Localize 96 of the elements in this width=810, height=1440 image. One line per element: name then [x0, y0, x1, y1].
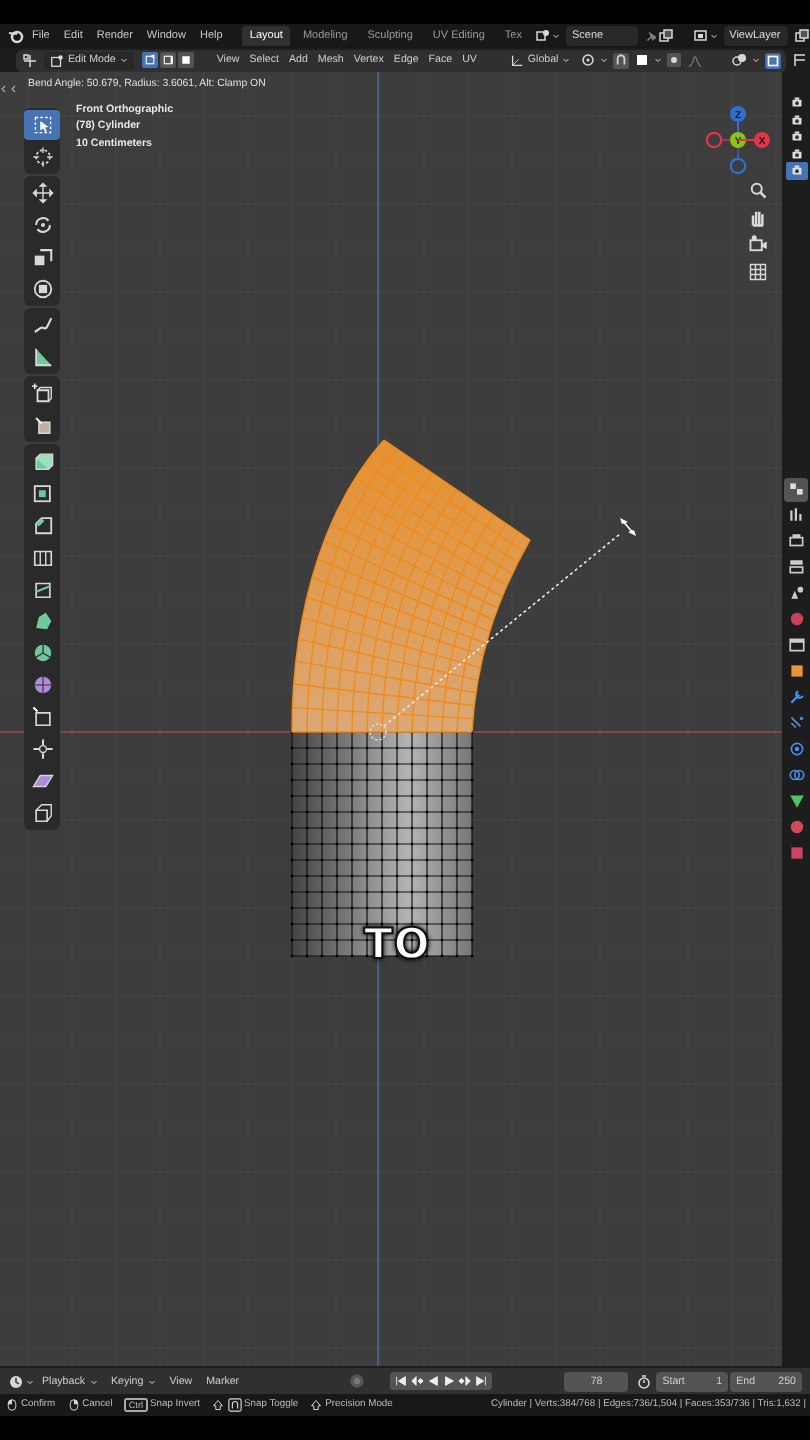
copy-icon[interactable] — [793, 28, 810, 44]
extrude-tool-icon — [31, 414, 53, 436]
select-mode-button[interactable] — [141, 52, 158, 68]
caret-icon — [26, 1377, 34, 1385]
physics-icon — [787, 740, 805, 758]
select-tool-icon — [31, 114, 53, 136]
world-icon — [787, 610, 805, 628]
face-select-icon — [179, 54, 192, 66]
snap-target-icon[interactable] — [634, 52, 651, 68]
edge-select-icon — [161, 54, 174, 66]
properties-tab[interactable] — [784, 477, 808, 501]
shrink-tool-icon — [31, 738, 53, 760]
camera-icon — [789, 96, 803, 109]
tool-button[interactable] — [24, 110, 60, 140]
smooth-tool-icon — [31, 674, 53, 696]
tool-icon — [787, 480, 805, 498]
cursor-arrows-icon — [620, 518, 636, 536]
object-icon — [787, 662, 805, 680]
add-cube-tool-icon — [31, 382, 53, 404]
constraints-icon — [787, 766, 805, 784]
annotate-tool-icon — [31, 314, 53, 336]
cursor-tool-icon — [31, 146, 53, 168]
rotate-tool-icon — [31, 214, 53, 236]
properties-tab[interactable] — [784, 633, 808, 657]
pivot-icon[interactable] — [580, 52, 597, 68]
snap-icon[interactable] — [612, 51, 631, 69]
scale-tool-icon — [31, 246, 53, 268]
rip-tool-icon — [31, 802, 53, 824]
snap-icon — [227, 1398, 242, 1412]
scene-icon[interactable] — [533, 28, 552, 44]
inset-tool-icon — [31, 482, 53, 504]
collection-icon — [787, 636, 805, 654]
mouse-right-icon — [67, 1398, 80, 1412]
stopwatch-icon[interactable] — [636, 1373, 653, 1389]
caret-icon — [709, 32, 718, 40]
caret-icon — [89, 1377, 97, 1385]
particles-icon — [787, 714, 805, 732]
properties-tab[interactable] — [784, 555, 808, 579]
poly-build-tool-icon — [31, 610, 53, 632]
spin-tool-icon — [31, 642, 53, 664]
camera-toggle[interactable] — [785, 162, 807, 179]
caret-icon — [551, 32, 560, 40]
modifier-icon — [787, 688, 805, 706]
proportional-edit-icon[interactable] — [666, 52, 683, 68]
caret-icon — [119, 56, 128, 64]
shift-icon — [310, 1398, 323, 1412]
editor-type-icon[interactable] — [20, 52, 40, 68]
zoom-icon[interactable] — [748, 180, 768, 200]
loop-cut-tool-icon — [31, 546, 53, 568]
shift-icon — [212, 1398, 225, 1412]
caret-icon — [562, 56, 571, 64]
mouse-left-icon — [6, 1398, 18, 1412]
extrude-region-tool-icon — [31, 450, 53, 472]
vertex-select-icon — [143, 54, 156, 66]
render-icon — [787, 506, 805, 524]
camera-icon[interactable] — [748, 234, 768, 254]
properties-tab[interactable] — [784, 503, 808, 527]
view-layer-icon[interactable] — [691, 28, 710, 44]
caret-icon — [654, 56, 663, 64]
slide-tool-icon — [31, 706, 53, 728]
copy-icon[interactable] — [657, 28, 674, 44]
collapse-arrows-icon[interactable] — [0, 84, 20, 94]
caret-icon — [147, 1377, 156, 1385]
data-icon — [787, 792, 805, 810]
move-tool-icon — [31, 182, 53, 204]
bevel-tool-icon — [31, 514, 53, 536]
select-mode-button[interactable] — [177, 52, 194, 68]
knife-tool-icon — [31, 578, 53, 600]
x-ray-icon[interactable] — [764, 51, 782, 69]
select-mode-button[interactable] — [159, 52, 176, 68]
hand-icon[interactable] — [748, 207, 768, 227]
axes-icon — [509, 53, 524, 67]
texture-icon — [787, 844, 805, 862]
shear-tool-icon — [31, 770, 53, 792]
record-button-icon[interactable] — [348, 1372, 367, 1390]
transform-tool-icon — [31, 278, 53, 300]
transport-icon[interactable] — [474, 1374, 489, 1388]
camera-icon — [789, 130, 803, 143]
camera-icon — [789, 113, 803, 126]
camera-icon — [789, 164, 803, 177]
transport-icon[interactable] — [394, 1374, 409, 1388]
clock-icon[interactable] — [8, 1373, 24, 1389]
pivot-icon — [369, 723, 387, 741]
camera-icon — [789, 147, 803, 160]
overlay-icon[interactable] — [730, 52, 748, 68]
view-layer-icon — [787, 558, 805, 576]
measure-tool-icon — [31, 346, 53, 368]
properties-tab[interactable] — [784, 789, 808, 813]
material-icon — [787, 818, 805, 836]
blender-logo-icon[interactable] — [8, 28, 24, 44]
output-icon — [787, 532, 805, 550]
scene-icon — [787, 584, 805, 602]
caret-icon — [752, 56, 760, 64]
edit-mode-icon — [50, 53, 64, 67]
grid-icon[interactable] — [748, 261, 768, 281]
caret-icon — [600, 56, 609, 64]
